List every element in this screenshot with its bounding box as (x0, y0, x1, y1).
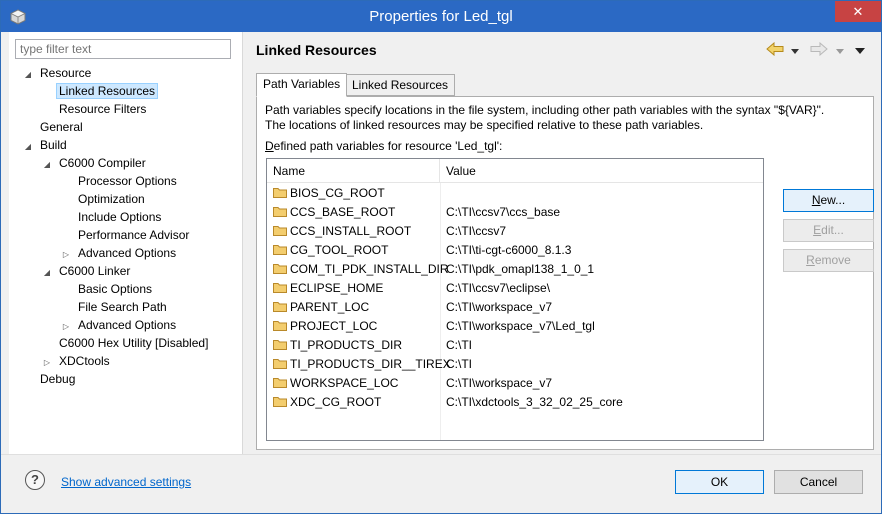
back-arrow-icon[interactable] (765, 41, 784, 59)
column-header-value[interactable]: Value (440, 159, 763, 183)
folder-icon (273, 283, 287, 293)
folder-icon (273, 321, 287, 331)
remove-button[interactable]: Remove (783, 249, 874, 272)
tree-item-xdctools[interactable]: ▷ XDCtools (42, 352, 113, 370)
tree-item-c6000-hex-utility[interactable]: C6000 Hex Utility [Disabled] (42, 334, 211, 352)
table-row[interactable]: CCS_BASE_ROOT C:\TI\ccsv7\ccs_base (267, 203, 763, 222)
forward-arrow-icon[interactable] (810, 41, 829, 59)
table-row[interactable]: BIOS_CG_ROOT (267, 184, 763, 203)
folder-icon (273, 245, 287, 255)
new-button[interactable]: New... (783, 189, 874, 212)
menu-icon[interactable] (855, 44, 865, 58)
folder-icon (273, 340, 287, 350)
tree-item-resource-filters[interactable]: Resource Filters (42, 100, 149, 118)
expand-toggle-icon[interactable]: ◢ (23, 138, 33, 156)
window-title: Properties for Led_tgl (369, 8, 513, 25)
tree-item-build[interactable]: ◢ Build (23, 136, 70, 154)
dropdown-icon[interactable] (835, 44, 844, 58)
tree-item-c6000-linker[interactable]: ◢ C6000 Linker (42, 262, 133, 280)
folder-icon (273, 378, 287, 388)
tree-item-compiler-advanced-options[interactable]: ▷ Advanced Options (61, 244, 179, 262)
table-row[interactable]: COM_TI_PDK_INSTALL_DIR C:\TI\pdk_omapl138… (267, 260, 763, 279)
folder-icon (273, 226, 287, 236)
tree-item-linker-advanced-options[interactable]: ▷ Advanced Options (61, 316, 179, 334)
tree-item-c6000-compiler[interactable]: ◢ C6000 Compiler (42, 154, 149, 172)
table-row[interactable]: TI_PRODUCTS_DIR C:\TI (267, 336, 763, 355)
dialog-button-bar: ? Show advanced settings OK Cancel (1, 454, 881, 513)
navigation-pane: ◢Resource Linked Resources Resource Filt… (9, 32, 243, 454)
dropdown-icon[interactable] (790, 44, 799, 58)
help-icon[interactable]: ? (25, 470, 45, 490)
folder-icon (273, 302, 287, 312)
ok-button[interactable]: OK (675, 470, 764, 494)
close-icon: ✕ (852, 4, 864, 19)
tree-item-performance-advisor[interactable]: Performance Advisor (61, 226, 192, 244)
tree-item-general[interactable]: General (23, 118, 86, 136)
tree-item-resource[interactable]: ◢ Resource (23, 64, 94, 82)
table-row[interactable]: ECLIPSE_HOME C:\TI\ccsv7\eclipse\ (267, 279, 763, 298)
tree-item-include-options[interactable]: Include Options (61, 208, 164, 226)
filter-input[interactable] (15, 39, 231, 59)
properties-dialog: Properties for Led_tgl ✕ ◢Resource Linke… (0, 0, 882, 514)
edit-button[interactable]: Edit... (783, 219, 874, 242)
tree-item-linked-resources[interactable]: Linked Resources (42, 82, 159, 100)
table-row[interactable]: CCS_INSTALL_ROOT C:\TI\ccsv7 (267, 222, 763, 241)
column-header-name[interactable]: Name (267, 159, 440, 183)
table-row[interactable]: TI_PRODUCTS_DIR__TIREX C:\TI (267, 355, 763, 374)
table-row[interactable]: WORKSPACE_LOC C:\TI\workspace_v7 (267, 374, 763, 393)
close-button[interactable]: ✕ (835, 1, 881, 22)
content-pane: Linked Resources Path Variables Linked R… (244, 32, 881, 454)
table-header: Name Value (267, 159, 763, 183)
tree-item-processor-options[interactable]: Processor Options (61, 172, 180, 190)
table-row[interactable]: CG_TOOL_ROOT C:\TI\ti-cgt-c6000_8.1.3 (267, 241, 763, 260)
folder-icon (273, 359, 287, 369)
expand-toggle-icon[interactable]: ◢ (42, 264, 52, 282)
description-line-2: The locations of linked resources may be… (265, 118, 704, 132)
table-row[interactable]: XDC_CG_ROOT C:\TI\xdctools_3_32_02_25_cor… (267, 393, 763, 412)
folder-icon (273, 207, 287, 217)
show-advanced-settings-link[interactable]: Show advanced settings (61, 475, 191, 489)
path-variables-panel: Path variables specify locations in the … (256, 96, 874, 450)
table-row[interactable]: PROJECT_LOC C:\TI\workspace_v7\Led_tgl (267, 317, 763, 336)
tree-item-optimization[interactable]: Optimization (61, 190, 148, 208)
cancel-button[interactable]: Cancel (774, 470, 863, 494)
tab-path-variables[interactable]: Path Variables (256, 73, 348, 97)
folder-icon (273, 188, 287, 198)
folder-icon (273, 264, 287, 274)
expand-toggle-icon[interactable]: ◢ (23, 66, 33, 84)
tree-item-debug[interactable]: Debug (23, 370, 78, 388)
expand-toggle-icon[interactable]: ◢ (42, 156, 52, 174)
tree-item-basic-options[interactable]: Basic Options (61, 280, 155, 298)
page-title: Linked Resources (256, 42, 377, 58)
tab-linked-resources[interactable]: Linked Resources (345, 74, 456, 96)
description-line-1: Path variables specify locations in the … (265, 103, 825, 117)
table-row[interactable]: PARENT_LOC C:\TI\workspace_v7 (267, 298, 763, 317)
table-caption: Defined path variables for resource 'Led… (265, 139, 503, 153)
title-bar[interactable]: Properties for Led_tgl ✕ (1, 1, 881, 32)
tree-item-file-search-path[interactable]: File Search Path (61, 298, 170, 316)
folder-icon (273, 397, 287, 407)
page-navigation (762, 41, 865, 59)
path-variables-table[interactable]: Name Value BIOS_CG_ROOT CCS_BASE_ROOT C:\… (266, 158, 764, 441)
description: Path variables specify locations in the … (265, 103, 824, 133)
